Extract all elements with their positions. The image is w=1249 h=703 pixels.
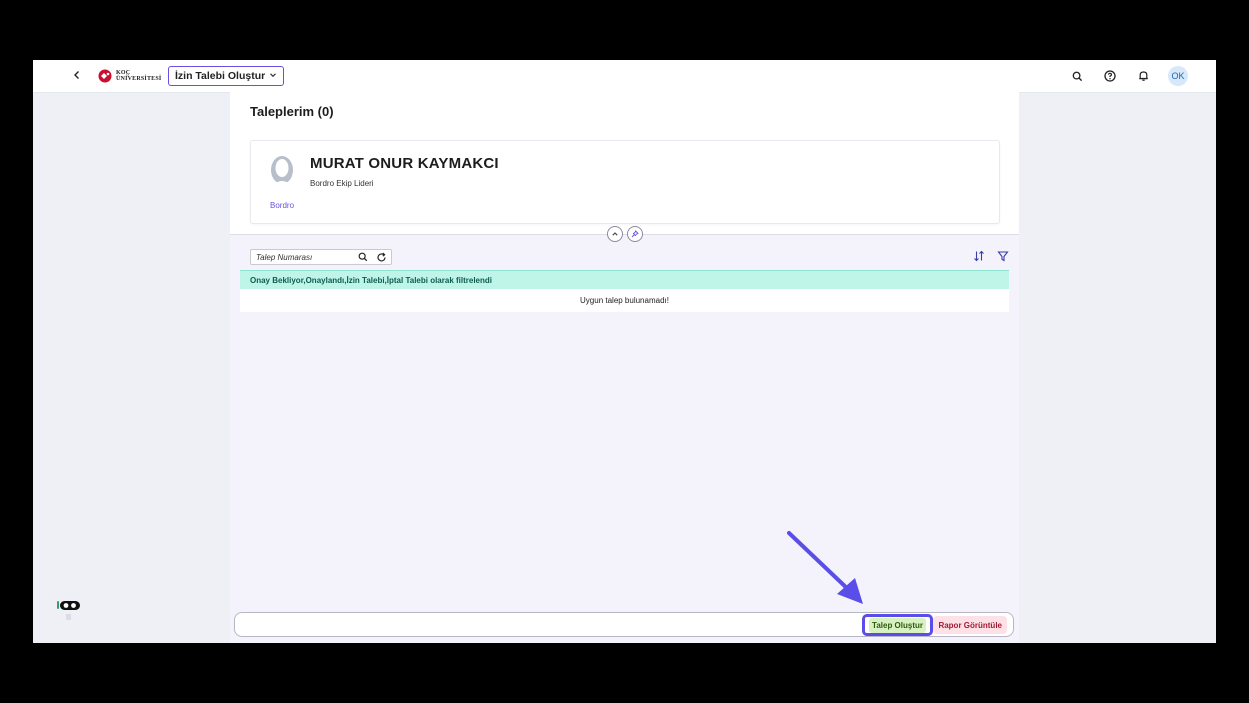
chevron-down-icon: [269, 70, 277, 82]
profile-department-link[interactable]: Bordro: [270, 201, 294, 210]
help-button[interactable]: [1102, 68, 1118, 84]
user-avatar[interactable]: OK: [1168, 66, 1188, 86]
bell-icon: [1138, 71, 1148, 81]
back-button[interactable]: [69, 68, 85, 84]
request-search-box: [250, 249, 392, 265]
search-button[interactable]: [1069, 68, 1085, 84]
page-header: Taleplerim (0) MURAT ONUR KAYMAKCI Bordr…: [230, 92, 1019, 242]
refresh-icon: [376, 252, 386, 262]
shell-bar: KOÇ ÜNİVERSİTESİ İzin Talebi Oluştur OK: [33, 60, 1216, 93]
help-icon: [1104, 70, 1116, 82]
back-icon: [72, 67, 82, 85]
list-toolbar: [240, 246, 1010, 268]
search-icon: [1072, 71, 1082, 81]
filter-icon: [997, 251, 1009, 262]
notifications-button[interactable]: [1135, 68, 1151, 84]
company-logo: KOÇ ÜNİVERSİTESİ: [97, 68, 161, 84]
person-placeholder-icon: [271, 156, 293, 185]
profile-name: MURAT ONUR KAYMAKCI: [310, 155, 499, 172]
header-toggle-group: [607, 226, 643, 242]
app-title-menu[interactable]: İzin Talebi Oluştur: [168, 66, 285, 86]
profile-role: Bordro Ekip Lideri: [310, 179, 374, 188]
create-request-button[interactable]: Talep Oluştur: [862, 614, 933, 636]
pin-header-button[interactable]: [627, 226, 643, 242]
chevron-up-icon: [612, 232, 618, 236]
footer-toolbar: Talep Oluştur Rapor Görüntüle: [234, 612, 1014, 637]
create-request-label: Talep Oluştur: [869, 617, 926, 633]
filter-button[interactable]: [996, 249, 1010, 263]
collapse-header-button[interactable]: [607, 226, 623, 242]
shell-actions: OK: [1069, 66, 1188, 86]
koc-logo-icon: [98, 69, 112, 83]
sort-icon: [974, 250, 984, 262]
robot-icon: [57, 601, 80, 620]
filter-info-bar[interactable]: Onay Bekliyor,Onaylandı,İzin Talebi,İpta…: [240, 270, 1009, 289]
list-tools: [972, 249, 1010, 263]
app-window: KOÇ ÜNİVERSİTESİ İzin Talebi Oluştur OK …: [33, 60, 1216, 643]
page-panel: Taleplerim (0) MURAT ONUR KAYMAKCI Bordr…: [230, 92, 1019, 643]
search-submit-button[interactable]: [356, 250, 370, 264]
refresh-button[interactable]: [374, 250, 388, 264]
profile-card: MURAT ONUR KAYMAKCI Bordro Ekip Lideri B…: [250, 140, 1000, 224]
view-report-button[interactable]: Rapor Görüntüle: [933, 616, 1007, 634]
pin-icon: [631, 230, 639, 238]
search-icon: [358, 252, 368, 262]
assistant-button[interactable]: [56, 600, 82, 624]
empty-list-message: Uygun talep bulunamadı!: [240, 289, 1009, 312]
sort-button[interactable]: [972, 249, 986, 263]
app-title-label: İzin Talebi Oluştur: [175, 70, 266, 82]
logo-text-line2: ÜNİVERSİTESİ: [116, 76, 162, 82]
page-title: Taleplerim (0): [250, 104, 334, 119]
logo-text: KOÇ ÜNİVERSİTESİ: [116, 70, 161, 82]
request-search-input[interactable]: [251, 252, 352, 262]
